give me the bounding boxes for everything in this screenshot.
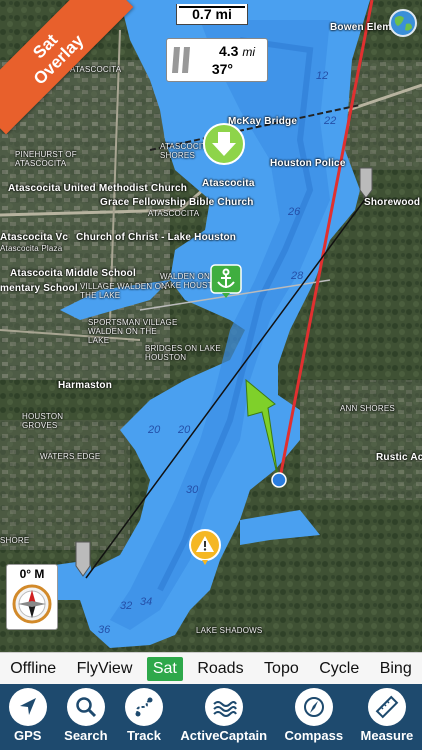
place-label: Harmaston [58,380,113,391]
activecaptain-button[interactable]: ActiveCaptain [180,684,267,743]
gps-label: GPS [13,728,42,743]
compass-rose-icon [12,584,52,624]
distance-value: 4.3 [218,43,239,59]
place-label: ATASCOCITA SHORES [160,142,211,160]
place-label: SPORTSMAN VILLAGE WALDEN ON THE LAKE [88,318,178,345]
map-type-tabs: Offline FlyView Sat Roads Topo Cycle Bin… [0,652,422,685]
depth-label: 28 [291,270,304,282]
track-path-icon [135,697,153,717]
search-icon [76,697,96,718]
depth-label: 32 [120,600,133,612]
place-label: SHORE [0,536,30,545]
place-label: ANN SHORES [340,404,395,413]
track-label: Track [126,728,161,743]
depth-label: 22 [324,115,337,127]
place-label: Church of Christ - Lake Houston [76,232,237,243]
tab-flyview[interactable]: FlyView [71,657,139,681]
compass-button[interactable]: Compass [284,684,344,743]
place-label: mentary School [0,283,78,294]
place-label: Atascocita Vc [0,232,69,243]
place-label: Atascocita Middle School [10,268,136,279]
ruler-icon [375,695,399,719]
tab-sat[interactable]: Sat [146,657,183,681]
compass-heading-label: 0° M [19,567,45,581]
depth-label: 20 [148,424,161,436]
navigation-info-box[interactable]: 4.3 mi 37° [166,38,268,82]
depth-label: 12 [316,70,329,82]
place-label: LAKE SHADOWS [196,626,263,635]
compass-icon [303,697,324,717]
gps-button[interactable]: GPS [8,684,47,743]
depth-label: 36 [98,624,111,636]
depth-label: 20 [178,424,191,436]
tab-offline[interactable]: Offline [4,657,62,681]
tab-bing[interactable]: Bing [374,657,418,681]
anchor-marker-icon[interactable] [210,264,242,298]
measure-button[interactable]: Measure [360,684,414,743]
activecaptain-label: ActiveCaptain [180,728,268,743]
place-label: Houston Police [270,158,346,169]
scale-bar: 0.7 mi [176,4,248,25]
place-label: ATASCOCITA [70,65,122,74]
compass-widget[interactable]: 0° M [6,564,58,630]
place-label: Rustic Ac [376,452,422,463]
place-label: PINEHURST OF ATASCOCITA [15,150,77,168]
tab-roads[interactable]: Roads [191,657,249,681]
bottom-toolbar: GPS Search Track ActiveCaptain Compass M… [0,684,422,750]
depth-label: 30 [186,484,199,496]
place-label: Bowen Elem [330,22,392,33]
track-button[interactable]: Track [124,684,163,743]
waves-icon [213,701,237,717]
compass-label: Compass [284,728,344,743]
place-label: BRIDGES ON LAKE HOUSTON [145,344,221,362]
gps-arrow-icon [19,698,36,715]
bearing-readout: 37° [211,61,233,77]
place-label: Grace Fellowship Bible Church [100,197,254,208]
depth-label: 34 [140,596,153,608]
download-marker-icon[interactable] [202,122,246,166]
depth-label: 26 [288,206,301,218]
place-label: ATASCOCITA [148,209,200,218]
place-label: VILLAGE WALDEN ON THE LAKE [80,282,168,300]
distance-unit: mi [242,45,255,59]
place-label: Atascocita Plaza [0,244,63,253]
search-label: Search [64,728,108,743]
place-label: Atascocita United Methodist Church [8,183,188,194]
boat-position [271,472,287,488]
place-label: Atascocita [202,178,255,189]
search-button[interactable]: Search [64,684,108,743]
warning-marker-icon[interactable] [188,528,222,566]
tab-topo[interactable]: Topo [258,657,305,681]
place-label: Shorewood [364,197,421,208]
place-label: WATERS EDGE [40,452,101,461]
measure-label: Measure [360,728,414,743]
pause-icon[interactable] [171,45,193,75]
globe-icon[interactable] [388,8,418,38]
place-label: HOUSTON GROVES [22,412,64,430]
tab-cycle[interactable]: Cycle [313,657,365,681]
map-view[interactable]: ATASCOCITA ATASCOCITA SHORES McKay Bridg… [0,0,422,652]
distance-readout: 4.3 mi [219,43,255,59]
